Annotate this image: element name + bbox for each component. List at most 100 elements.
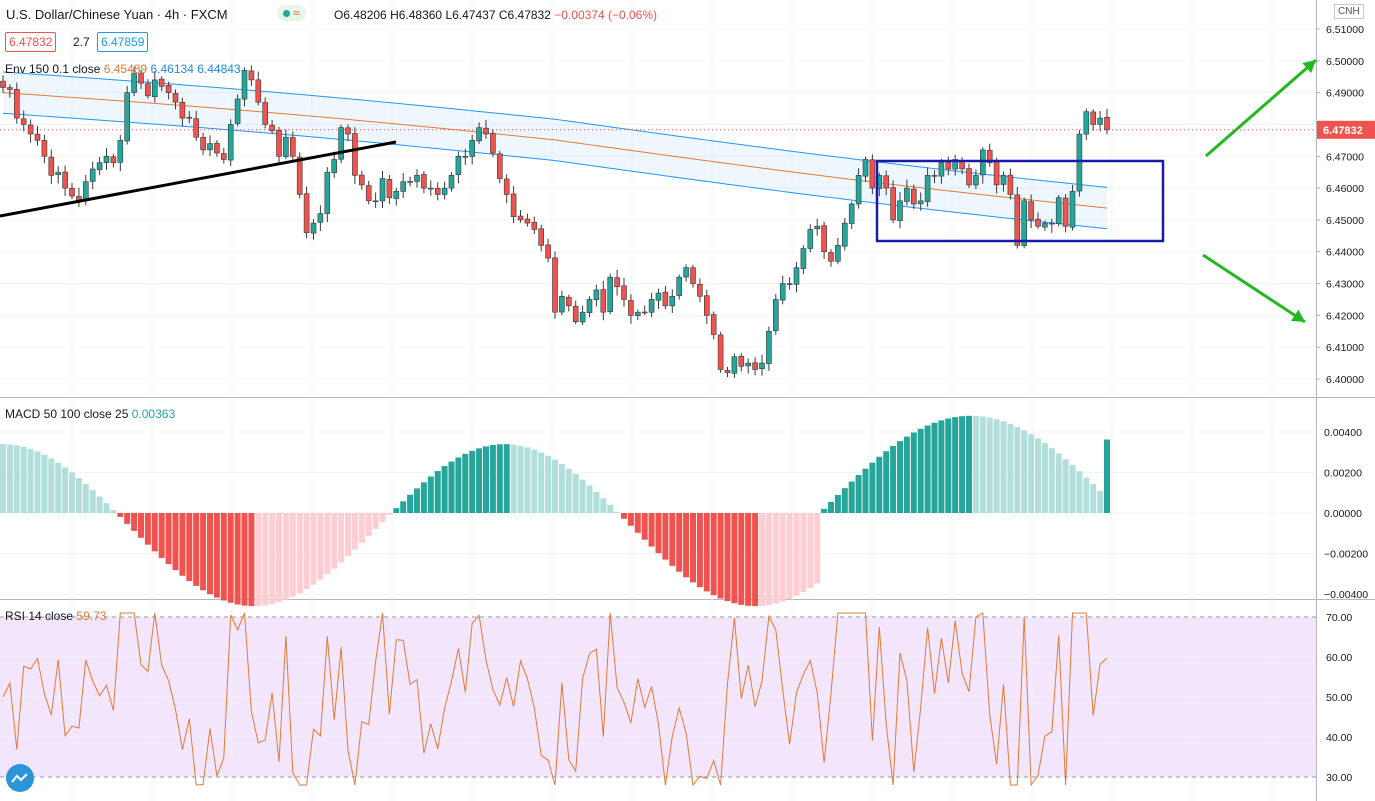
macd-bar: [855, 474, 862, 513]
macd-bar: [6, 444, 13, 513]
macd-axis-label: −0.00200: [1324, 549, 1368, 561]
macd-bar: [834, 494, 841, 513]
macd-value: 0.00363: [131, 407, 176, 421]
currency-tag[interactable]: CNH: [1334, 4, 1364, 19]
price-axis-label: 6.43000: [1326, 279, 1364, 291]
candle-body: [89, 168, 96, 182]
macd-bar: [193, 513, 200, 586]
macd-bar: [676, 513, 683, 572]
candle-body: [283, 136, 289, 157]
macd-bar: [379, 513, 386, 522]
macd-bar: [117, 513, 124, 517]
candle-body: [310, 222, 317, 234]
candle-body: [462, 155, 469, 158]
candle-body: [1055, 197, 1062, 224]
wave-icon: ≈: [293, 6, 300, 20]
last-price-tag-label: 6.47832: [1323, 125, 1363, 137]
macd-bar: [503, 444, 510, 513]
macd-bar: [890, 446, 897, 513]
macd-bar: [1069, 465, 1076, 513]
rsi-label: RSI 14 close: [5, 609, 74, 623]
macd-bar: [1104, 439, 1110, 513]
macd-bar: [400, 501, 407, 513]
trendline: [0, 140, 397, 218]
price-axis-label: 6.49000: [1326, 88, 1364, 100]
candle-body: [469, 140, 476, 157]
macd-bar: [248, 513, 255, 607]
price-axis-label: 6.46000: [1326, 183, 1364, 195]
rsi-legend[interactable]: RSI 14 close 59.73: [5, 609, 106, 623]
candle-body: [1076, 133, 1083, 192]
macd-bar: [724, 513, 731, 602]
candle-body: [476, 127, 482, 142]
macd-bar: [489, 445, 496, 513]
macd-bar: [959, 416, 966, 513]
candle-body: [27, 124, 34, 135]
macd-bar: [289, 513, 296, 597]
candle-body: [414, 175, 420, 182]
candle-body: [172, 93, 179, 103]
macd-bar: [1041, 443, 1048, 513]
macd-bar: [696, 513, 703, 588]
candle-body: [1042, 222, 1048, 228]
candle-body: [131, 73, 137, 93]
macd-bar: [20, 446, 27, 513]
candle-body: [931, 175, 938, 177]
candle-body: [276, 129, 282, 157]
candle-body: [676, 276, 683, 296]
sell-price-pill[interactable]: 6.47832: [5, 32, 57, 52]
macd-bar: [469, 450, 476, 513]
candle-body: [434, 187, 441, 195]
macd-bar: [27, 448, 34, 513]
macd-bar: [34, 451, 41, 513]
macd-axis-label: 0.00400: [1324, 427, 1362, 439]
chart-canvas[interactable]: 6.510006.500006.490006.480006.470006.460…: [0, 0, 1375, 801]
bearish-arrow: [1202, 253, 1306, 324]
candle-body: [241, 70, 248, 100]
macd-bar: [821, 508, 828, 513]
macd-bar: [179, 513, 186, 576]
macd-bar: [158, 513, 165, 558]
candle-body: [510, 193, 517, 218]
envelope-legend[interactable]: Env 150 0.1 close 6.45489 6.46134 6.4484…: [5, 62, 241, 76]
candle-body: [503, 178, 510, 195]
market-status-badge[interactable]: ≈: [277, 5, 306, 21]
macd-bar: [420, 482, 427, 513]
candle-body: [890, 187, 896, 221]
candle-body: [289, 137, 296, 157]
candle-body: [552, 257, 558, 313]
candle-body: [634, 311, 641, 316]
tradingview-logo-icon[interactable]: [6, 764, 34, 792]
macd-bar: [579, 479, 586, 513]
candle-body: [800, 248, 807, 269]
candle-body: [910, 188, 917, 205]
buy-price-pill[interactable]: 6.47859: [97, 32, 149, 52]
macd-axis-label: 0.00200: [1324, 468, 1362, 480]
macd-bar: [1048, 448, 1055, 513]
candle-body: [855, 175, 862, 205]
candle-body: [621, 285, 627, 300]
macd-bar: [62, 467, 69, 513]
macd-bar: [172, 513, 179, 571]
candle-body: [1097, 117, 1103, 125]
candle-body: [69, 187, 75, 197]
macd-bar: [765, 513, 772, 606]
candle-body: [207, 143, 213, 151]
candle-body: [490, 133, 496, 154]
candle-body: [897, 200, 903, 221]
candle-body: [455, 155, 462, 176]
candle-body: [641, 311, 648, 314]
macd-bar: [986, 417, 993, 513]
macd-bar: [841, 488, 848, 513]
macd-legend[interactable]: MACD 50 100 close 25 0.00363: [5, 407, 175, 421]
candle-body: [145, 83, 151, 97]
close-value: C6.47832: [498, 8, 551, 22]
candle-body: [386, 179, 393, 198]
macd-bar: [200, 513, 207, 591]
macd-bar: [165, 513, 172, 565]
macd-bar: [434, 471, 441, 513]
macd-bar: [779, 513, 786, 602]
candle-body: [158, 78, 165, 87]
candle-body: [738, 356, 745, 367]
price-axis-label: 6.50000: [1326, 56, 1364, 68]
